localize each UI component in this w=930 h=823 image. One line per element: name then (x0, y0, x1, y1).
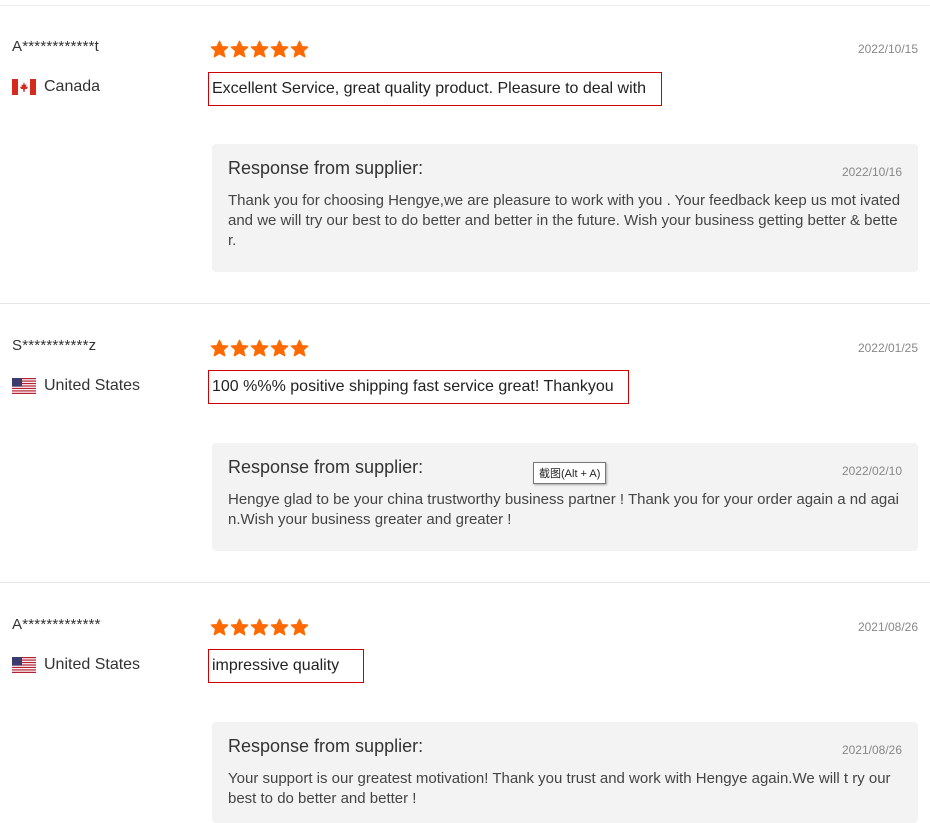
review-divider (0, 582, 930, 583)
country-label: Canada (44, 78, 101, 95)
top-divider (0, 5, 930, 6)
review-date: 2022/10/15 (857, 42, 918, 56)
country-label: United States (44, 656, 141, 673)
canada-flag-icon (12, 79, 36, 95)
star-icon (230, 339, 249, 357)
star-rating (210, 618, 309, 637)
supplier-response: Response from supplier: 2022/10/16 Thank… (212, 144, 918, 272)
star-rating (210, 339, 309, 358)
response-text: Your support is our greatest motivation!… (228, 770, 891, 807)
star-icon (210, 339, 229, 357)
star-icon (210, 618, 229, 636)
star-icon (270, 339, 289, 357)
star-icon (230, 40, 249, 58)
star-icon (210, 40, 229, 58)
united-states-flag-icon (12, 657, 36, 673)
star-icon (250, 618, 269, 636)
star-icon (290, 618, 309, 636)
response-text: Thank you for choosing Hengye,we are ple… (228, 192, 901, 249)
response-date: 2021/08/26 (841, 743, 902, 757)
star-icon (250, 40, 269, 58)
review-date: 2021/08/26 (857, 620, 918, 634)
screenshot-tooltip: 截图(Alt + A) (533, 462, 607, 484)
buyer-name: A************t (12, 38, 100, 55)
star-icon (270, 40, 289, 58)
star-icon (230, 618, 249, 636)
response-text: Hengye glad to be your china trustworthy… (228, 491, 899, 528)
response-title: Response from supplier: (228, 158, 424, 178)
buyer-country: United States (12, 656, 140, 674)
review-text: 100 %%% positive shipping fast service g… (208, 370, 629, 404)
star-icon (290, 40, 309, 58)
supplier-response: Response from supplier: 2022/02/10 Hengy… (212, 443, 918, 551)
buyer-country: United States (12, 377, 140, 395)
star-icon (270, 618, 289, 636)
buyer-name: S***********z (12, 337, 97, 354)
buyer-name: A************* (12, 616, 101, 633)
buyer-country: Canada (12, 78, 100, 96)
review-date: 2022/01/25 (857, 341, 918, 355)
review-text: impressive quality (208, 649, 364, 683)
united-states-flag-icon (12, 378, 36, 394)
response-date: 2022/02/10 (841, 464, 902, 478)
response-date: 2022/10/16 (841, 165, 902, 179)
star-rating (210, 40, 309, 59)
review-divider (0, 303, 930, 304)
response-title: Response from supplier: (228, 736, 424, 756)
country-label: United States (44, 377, 141, 394)
supplier-response: Response from supplier: 2021/08/26 Your … (212, 722, 918, 823)
star-icon (250, 339, 269, 357)
review-text: Excellent Service, great quality product… (208, 72, 662, 106)
star-icon (290, 339, 309, 357)
